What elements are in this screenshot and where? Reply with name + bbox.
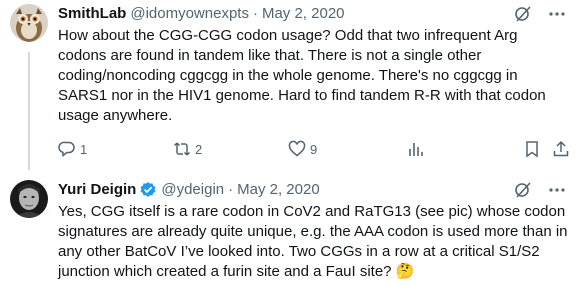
tweet-smithlab[interactable]: SmithLab @idomyownexpts · May 2, 2020 Ho bbox=[0, 0, 578, 170]
reply-button[interactable]: 1 bbox=[58, 139, 87, 159]
tweet-text: How about the CGG-CGG codon usage? Odd t… bbox=[58, 27, 546, 124]
views-button[interactable] bbox=[407, 139, 425, 159]
bookmark-button[interactable] bbox=[523, 139, 541, 159]
like-icon bbox=[288, 140, 306, 157]
grok-icon[interactable] bbox=[514, 181, 532, 199]
thread-line bbox=[28, 52, 30, 170]
retweet-icon bbox=[173, 142, 191, 156]
author-name[interactable]: Yuri Deigin bbox=[58, 180, 136, 200]
avatar-yuri-deigin[interactable] bbox=[10, 180, 48, 218]
tweet-text: Yes, CGG itself is a rare codon in CoV2 … bbox=[58, 203, 568, 280]
grok-icon[interactable] bbox=[514, 5, 532, 23]
views-icon bbox=[409, 143, 423, 156]
reply-icon bbox=[58, 141, 75, 157]
share-button[interactable] bbox=[552, 139, 570, 159]
author-handle[interactable]: @ydeigin bbox=[161, 180, 224, 200]
tweet-date[interactable]: May 2, 2020 bbox=[262, 4, 345, 24]
author-name[interactable]: SmithLab bbox=[58, 4, 126, 24]
like-count: 9 bbox=[310, 141, 318, 157]
separator-dot: · bbox=[228, 181, 234, 198]
reply-count: 1 bbox=[80, 141, 88, 157]
like-button[interactable]: 9 bbox=[288, 139, 317, 159]
share-icon bbox=[553, 140, 569, 157]
tweet-actions: 1 2 9 bbox=[58, 139, 570, 159]
bookmark-icon bbox=[526, 141, 538, 158]
tweet-header: SmithLab @idomyownexpts · May 2, 2020 bbox=[58, 4, 566, 24]
retweet-count: 2 bbox=[195, 141, 203, 157]
tweet-header: Yuri Deigin @ydeigin · May 2, 2020 bbox=[58, 180, 566, 200]
retweet-button[interactable]: 2 bbox=[173, 139, 202, 159]
author-handle[interactable]: @idomyownexpts bbox=[130, 4, 249, 24]
separator-dot: · bbox=[252, 5, 258, 22]
more-icon[interactable] bbox=[548, 5, 566, 23]
tweet-yuri-deigin[interactable]: Yuri Deigin @ydeigin · May 2, 2020 Yes, … bbox=[0, 170, 578, 290]
avatar-smithlab[interactable] bbox=[10, 4, 48, 42]
verified-badge-icon bbox=[139, 181, 157, 199]
more-icon[interactable] bbox=[548, 181, 566, 199]
tweet-date[interactable]: May 2, 2020 bbox=[237, 180, 320, 200]
